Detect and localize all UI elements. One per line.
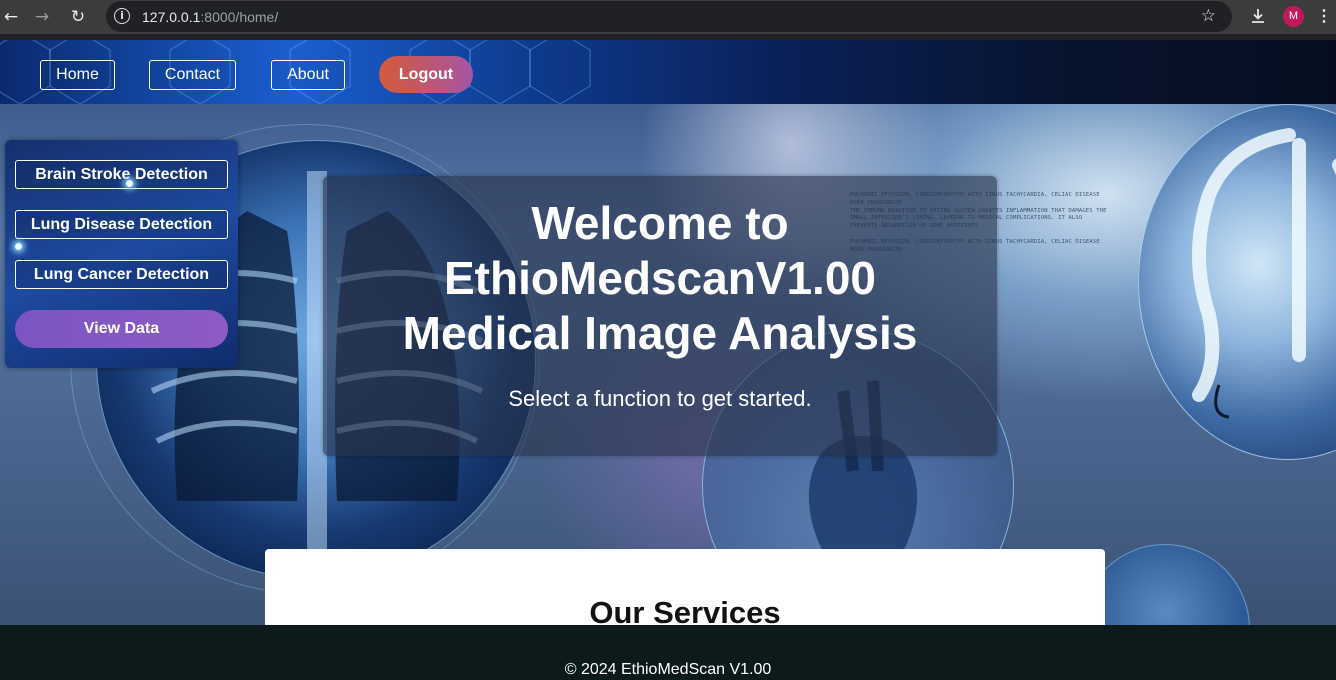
logout-button[interactable]: Logout: [379, 56, 473, 93]
nav-home-link[interactable]: Home: [40, 60, 115, 90]
address-bar[interactable]: i 127.0.0.1:8000/home/ ☆: [106, 1, 1232, 32]
forward-arrow-icon[interactable]: →: [31, 6, 53, 28]
url-text[interactable]: 127.0.0.1:8000/home/: [142, 9, 278, 25]
welcome-panel: Welcome to EthioMedscanV1.00 Medical Ima…: [323, 176, 997, 456]
info-icon[interactable]: i: [114, 8, 130, 24]
site-header: Home Contact About Logout: [0, 40, 1336, 104]
function-sidebar: Brain Stroke Detection Lung Disease Dete…: [5, 140, 238, 368]
site-footer: © 2024 EthioMedScan V1.00: [0, 625, 1336, 680]
back-arrow-icon[interactable]: ←: [0, 6, 22, 28]
download-icon[interactable]: [1247, 5, 1269, 27]
profile-avatar[interactable]: M: [1283, 6, 1304, 27]
welcome-title-line1: Welcome to: [531, 197, 789, 249]
nav-about-link[interactable]: About: [271, 60, 345, 90]
sparkle-light: [15, 243, 22, 250]
welcome-title-line2: EthioMedscanV1.00: [443, 252, 877, 304]
lung-disease-detection-button[interactable]: Lung Disease Detection: [15, 210, 228, 239]
bone-scan-image: [1080, 544, 1250, 625]
services-section: Our Services: [265, 549, 1105, 630]
reload-icon[interactable]: ↻: [67, 6, 89, 28]
url-host: 127.0.0.1: [142, 9, 201, 25]
nav-contact-link[interactable]: Contact: [149, 60, 236, 90]
view-data-button[interactable]: View Data: [15, 310, 228, 348]
url-path: :8000/home/: [200, 9, 279, 25]
welcome-title-line3: Medical Image Analysis: [402, 307, 918, 359]
star-icon[interactable]: ☆: [1201, 6, 1216, 26]
lung-cancer-detection-button[interactable]: Lung Cancer Detection: [15, 260, 228, 289]
sparkle-light: [126, 180, 133, 187]
welcome-subtitle: Select a function to get started.: [508, 386, 812, 411]
brain-stroke-detection-button[interactable]: Brain Stroke Detection: [15, 160, 228, 189]
kebab-menu-icon[interactable]: ⋮: [1316, 6, 1332, 26]
copyright-text: © 2024 EthioMedScan V1.00: [564, 661, 772, 678]
browser-toolbar: ← → ↻ i 127.0.0.1:8000/home/ ☆ M ⋮: [0, 0, 1336, 34]
